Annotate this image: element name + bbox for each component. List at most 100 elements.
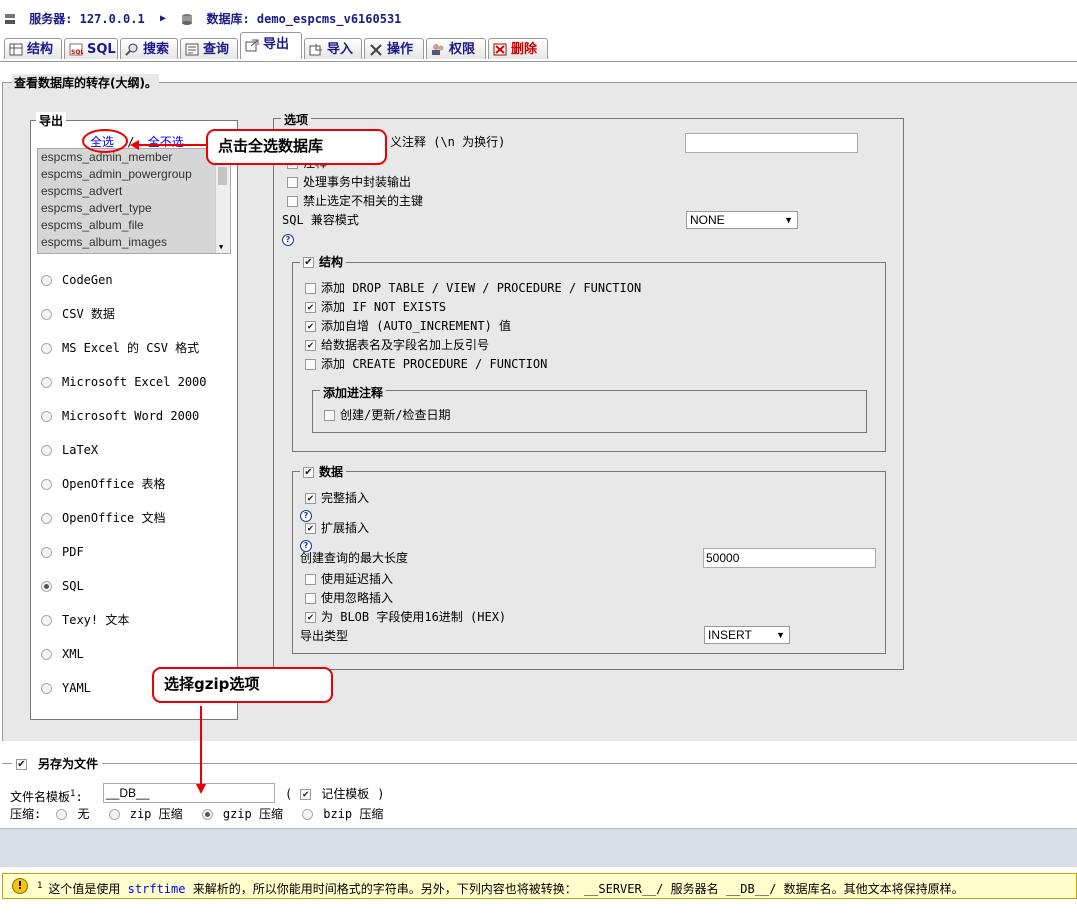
export-legend: 导出 bbox=[36, 112, 67, 129]
remember-template-checkbox[interactable]: ✔ bbox=[300, 789, 312, 800]
chevron-down-icon: ▼ bbox=[784, 215, 793, 225]
format-csv-excel[interactable]: MS Excel 的 CSV 格式 bbox=[41, 340, 199, 356]
format-excel[interactable]: Microsoft Excel 2000 bbox=[41, 374, 207, 390]
compression-gzip-radio[interactable] bbox=[201, 809, 213, 820]
tab-structure[interactable]: 结构 bbox=[4, 38, 62, 59]
tab-sql[interactable]: SQL SQL bbox=[64, 38, 118, 59]
backquotes-option[interactable]: ✔ 给数据表名及字段名加上反引号 bbox=[305, 337, 489, 353]
delayed-option[interactable]: 使用延迟插入 bbox=[305, 571, 393, 587]
complete-inserts-checkbox[interactable]: ✔ bbox=[305, 493, 316, 504]
tab-operations[interactable]: 操作 bbox=[364, 38, 424, 59]
disable-fk-checkbox[interactable] bbox=[287, 196, 298, 207]
drop-table-option[interactable]: 添加 DROP TABLE / VIEW / PROCEDURE / FUNCT… bbox=[305, 280, 641, 296]
dates-checkbox[interactable] bbox=[324, 410, 335, 421]
create-procedure-option[interactable]: 添加 CREATE PROCEDURE / FUNCTION bbox=[305, 356, 547, 372]
compression-zip-radio[interactable] bbox=[108, 809, 120, 820]
ignore-checkbox[interactable] bbox=[305, 593, 316, 604]
format-texy[interactable]: Texy! 文本 bbox=[41, 612, 129, 628]
radio-excel[interactable] bbox=[41, 377, 52, 388]
format-yaml[interactable]: YAML bbox=[41, 680, 91, 696]
drop-table-checkbox[interactable] bbox=[305, 283, 316, 294]
radio-sql[interactable] bbox=[41, 581, 52, 592]
format-xml[interactable]: XML bbox=[41, 646, 84, 662]
extended-inserts-option[interactable]: ✔ 扩展插入 bbox=[305, 520, 369, 536]
remember-template-option[interactable]: (✔ 记住模板) bbox=[285, 786, 384, 802]
scroll-thumb[interactable] bbox=[218, 167, 227, 185]
format-pdf[interactable]: PDF bbox=[41, 544, 84, 560]
scroll-down-icon[interactable]: ▼ bbox=[219, 243, 223, 251]
compression-bzip-radio[interactable] bbox=[302, 809, 314, 820]
dates-option[interactable]: 创建/更新/检查日期 bbox=[324, 407, 450, 423]
server-link[interactable]: 服务器: 127.0.0.1 bbox=[29, 10, 144, 27]
radio-pdf[interactable] bbox=[41, 547, 52, 558]
tab-drop[interactable]: 删除 bbox=[488, 38, 548, 59]
radio-texy[interactable] bbox=[41, 615, 52, 626]
if-not-exists-checkbox[interactable]: ✔ bbox=[305, 302, 316, 313]
custom-comment-input[interactable] bbox=[685, 133, 858, 153]
auto-increment-checkbox[interactable]: ✔ bbox=[305, 321, 316, 332]
radio-ods[interactable] bbox=[41, 479, 52, 490]
radio-csv-excel[interactable] bbox=[41, 343, 52, 354]
list-item[interactable]: espcms_album_images bbox=[38, 234, 230, 251]
database-link[interactable]: 数据库: demo_espcms_v6160531 bbox=[206, 10, 401, 27]
select-all-link[interactable]: 全选 bbox=[90, 135, 114, 149]
format-ods[interactable]: OpenOffice 表格 bbox=[41, 476, 165, 492]
tab-import[interactable]: 导入 bbox=[304, 38, 362, 59]
ignore-option[interactable]: 使用忽略插入 bbox=[305, 590, 393, 606]
database-list[interactable]: espcms_admin_member espcms_admin_powergr… bbox=[37, 148, 231, 254]
comments-legend: 添加进注释 bbox=[320, 384, 387, 401]
extended-inserts-checkbox[interactable]: ✔ bbox=[305, 523, 316, 534]
list-item[interactable]: espcms_advert bbox=[38, 183, 230, 200]
tab-export[interactable]: 导出 bbox=[240, 32, 302, 59]
data-checkbox[interactable]: ✔ bbox=[303, 467, 314, 478]
options-legend: 选项 bbox=[281, 111, 312, 128]
list-item[interactable]: espcms_admin_member bbox=[38, 149, 230, 166]
structure-checkbox[interactable]: ✔ bbox=[303, 257, 314, 268]
radio-odt[interactable] bbox=[41, 513, 52, 524]
list-item[interactable]: espcms_advert_type bbox=[38, 200, 230, 217]
if-not-exists-option[interactable]: ✔ 添加 IF NOT EXISTS bbox=[305, 299, 446, 315]
disable-fk-option[interactable]: 禁止选定不相关的主键 bbox=[287, 193, 423, 209]
format-codegen[interactable]: CodeGen bbox=[41, 272, 113, 288]
complete-inserts-option[interactable]: ✔ 完整插入 bbox=[305, 490, 369, 506]
radio-xml[interactable] bbox=[41, 649, 52, 660]
save-legend[interactable]: ✔ 另存为文件 bbox=[12, 755, 103, 772]
tab-query[interactable]: 查询 bbox=[180, 38, 238, 59]
radio-csv[interactable] bbox=[41, 309, 52, 320]
sql-compat-select[interactable]: NONE ▼ bbox=[686, 211, 798, 229]
create-procedure-checkbox[interactable] bbox=[305, 359, 316, 370]
info-icon: ! bbox=[12, 878, 28, 894]
footnote-notice: ! 1 这个值是使用 strftime 来解析的，所以你能用时间格式的字符串。另外… bbox=[2, 873, 1077, 899]
format-csv[interactable]: CSV 数据 bbox=[41, 306, 115, 322]
format-word[interactable]: Microsoft Word 2000 bbox=[41, 408, 199, 424]
tab-search[interactable]: 搜索 bbox=[120, 38, 178, 59]
svg-text:SQL: SQL bbox=[71, 49, 83, 56]
deselect-all-link[interactable]: 全不选 bbox=[148, 135, 184, 149]
strftime-link[interactable]: strftime bbox=[128, 882, 186, 896]
auto-increment-option[interactable]: ✔ 添加自增 (AUTO_INCREMENT) 值 bbox=[305, 318, 511, 334]
max-query-input[interactable]: 50000 bbox=[703, 548, 876, 568]
tab-privileges[interactable]: 权限 bbox=[426, 38, 486, 59]
radio-latex[interactable] bbox=[41, 445, 52, 456]
save-as-checkbox[interactable]: ✔ bbox=[16, 759, 27, 770]
hex-blob-option[interactable]: ✔ 为 BLOB 字段使用16进制 (HEX) bbox=[305, 609, 506, 625]
filename-input[interactable]: __DB__ bbox=[103, 783, 275, 803]
hex-blob-checkbox[interactable]: ✔ bbox=[305, 612, 316, 623]
format-odt[interactable]: OpenOffice 文档 bbox=[41, 510, 165, 526]
export-type-select[interactable]: INSERT ▼ bbox=[704, 626, 790, 644]
transaction-option[interactable]: 处理事务中封装输出 bbox=[287, 174, 411, 190]
radio-codegen[interactable] bbox=[41, 275, 52, 286]
structure-legend[interactable]: ✔ 结构 bbox=[300, 253, 347, 270]
delayed-checkbox[interactable] bbox=[305, 574, 316, 585]
format-latex[interactable]: LaTeX bbox=[41, 442, 98, 458]
data-legend[interactable]: ✔ 数据 bbox=[300, 463, 347, 480]
list-item[interactable]: espcms_album_file bbox=[38, 217, 230, 234]
list-item[interactable]: espcms_admin_powergroup bbox=[38, 166, 230, 183]
transaction-checkbox[interactable] bbox=[287, 177, 298, 188]
radio-word[interactable] bbox=[41, 411, 52, 422]
compression-none-radio[interactable] bbox=[56, 809, 68, 820]
format-sql[interactable]: SQL bbox=[41, 578, 84, 594]
radio-yaml[interactable] bbox=[41, 683, 52, 694]
backquotes-checkbox[interactable]: ✔ bbox=[305, 340, 316, 351]
help-icon[interactable]: ? bbox=[282, 230, 294, 246]
